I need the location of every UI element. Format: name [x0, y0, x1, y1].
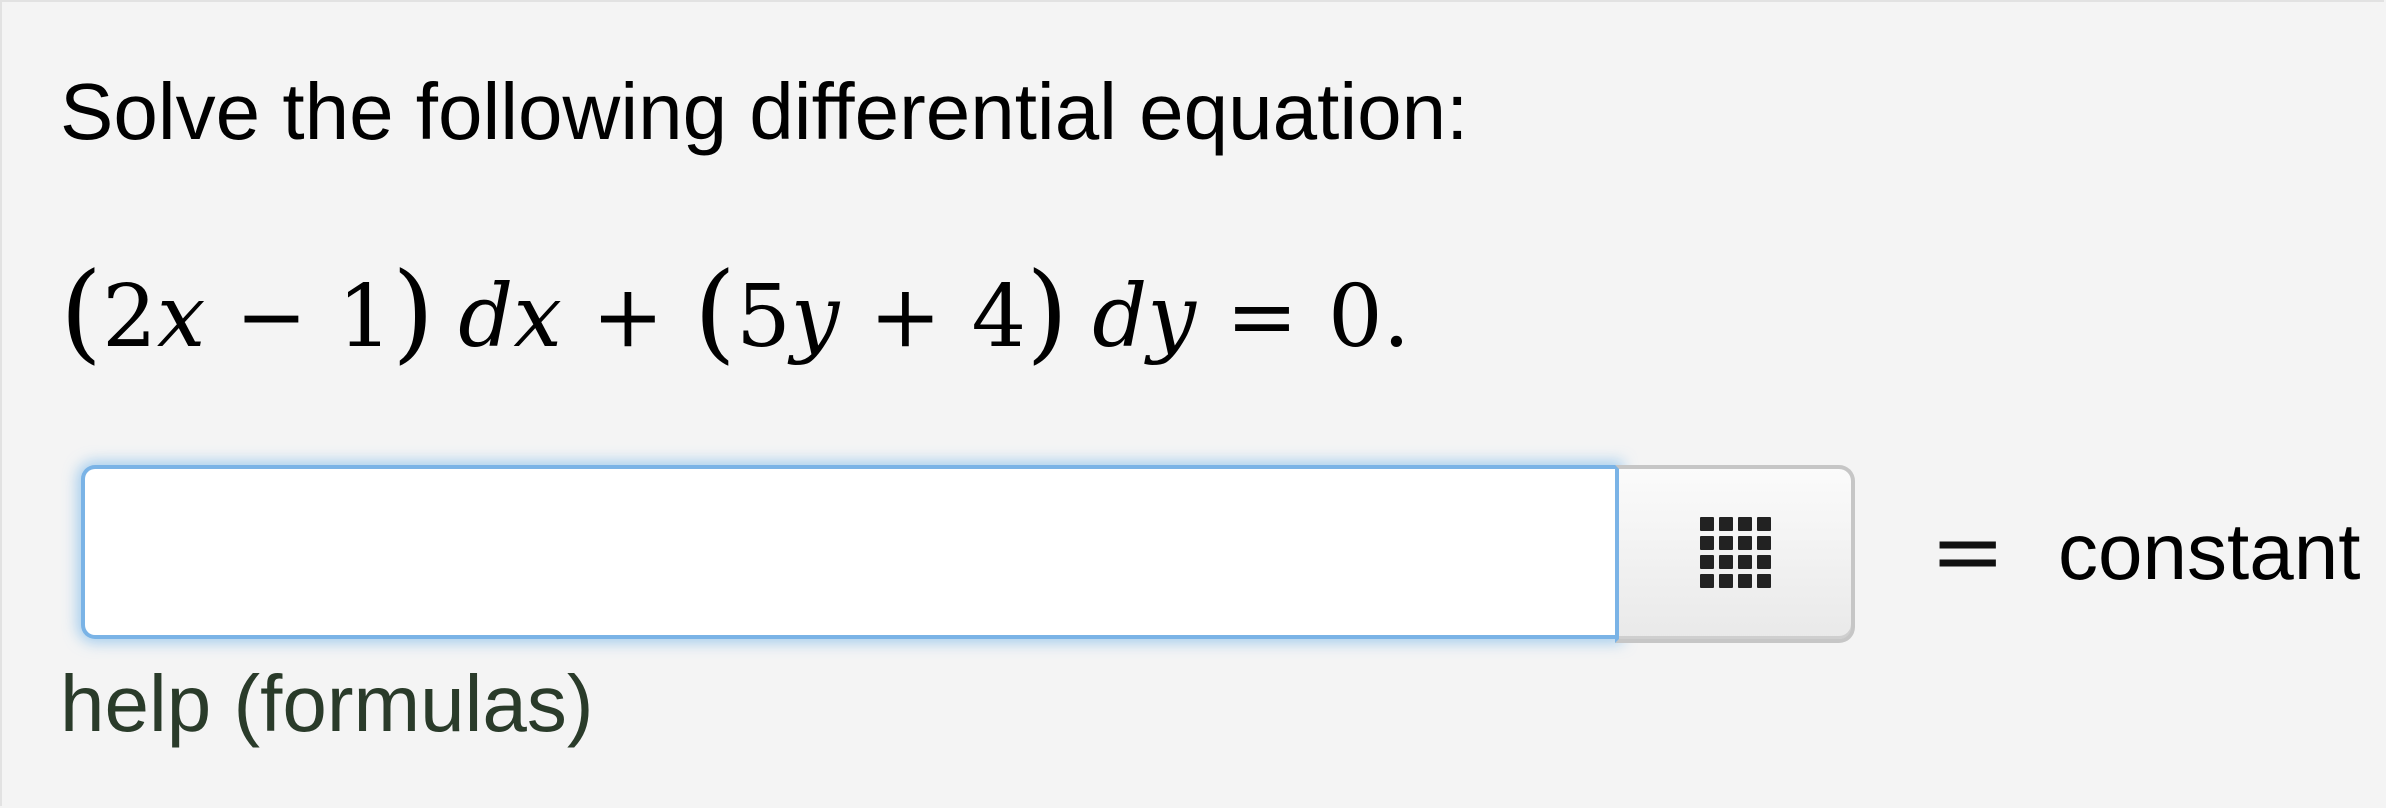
differential-equation: ( 2 x − 1 ) dx + ( 5 y + 4 ) dy = 0.: [60, 258, 1411, 372]
eq-var-x: x: [156, 267, 206, 367]
math-palette-button[interactable]: [1615, 465, 1855, 643]
answer-equals-sign: =: [1930, 499, 2006, 604]
eq-coef-1: 2: [102, 267, 157, 367]
eq-var-y: y: [790, 267, 840, 367]
eq-close-paren-2: ): [1026, 250, 1069, 375]
eq-close-paren-1: ): [392, 250, 435, 375]
question-prompt: Solve the following differential equatio…: [60, 67, 1469, 156]
constant-label: constant: [2058, 507, 2361, 596]
eq-open-paren-1: (: [60, 250, 103, 375]
help-formulas-link[interactable]: help (formulas): [60, 656, 594, 752]
eq-minus: −: [235, 267, 308, 367]
eq-plus-2: +: [869, 267, 942, 367]
eq-coef-2: 5: [736, 267, 791, 367]
answer-input[interactable]: [81, 465, 1619, 639]
eq-rhs: 0.: [1328, 267, 1411, 367]
eq-open-paren-2: (: [693, 250, 737, 375]
eq-equals: =: [1225, 267, 1298, 367]
grid-icon: [1699, 516, 1771, 588]
eq-dy: dy: [1092, 267, 1196, 367]
eq-plus-1: +: [591, 267, 664, 367]
eq-const-1: 1: [337, 267, 393, 367]
eq-dx: dx: [458, 267, 562, 367]
eq-const-2: 4: [971, 267, 1027, 367]
